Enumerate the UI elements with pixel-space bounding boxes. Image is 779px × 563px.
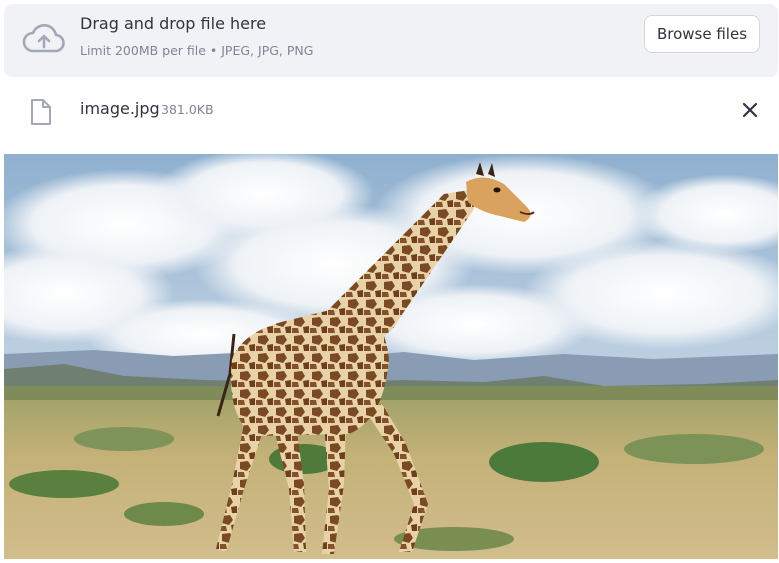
dropzone-limits: Limit 200MB per file • JPEG, JPG, PNG (80, 43, 314, 58)
dropzone-title: Drag and drop file here (80, 14, 267, 33)
uploaded-file-item: image.jpg 381.0KB (4, 86, 778, 136)
file-name: image.jpg (80, 99, 160, 118)
remove-file-button[interactable] (738, 98, 762, 122)
file-size: 381.0KB (161, 102, 214, 117)
browse-files-button[interactable]: Browse files (644, 15, 760, 53)
uploaded-image-preview (4, 154, 778, 559)
file-icon (31, 99, 51, 125)
cloud-upload-icon (22, 23, 65, 53)
close-icon (742, 102, 758, 118)
giraffe-photo (4, 154, 778, 559)
file-dropzone[interactable]: Drag and drop file here Limit 200MB per … (4, 4, 778, 77)
